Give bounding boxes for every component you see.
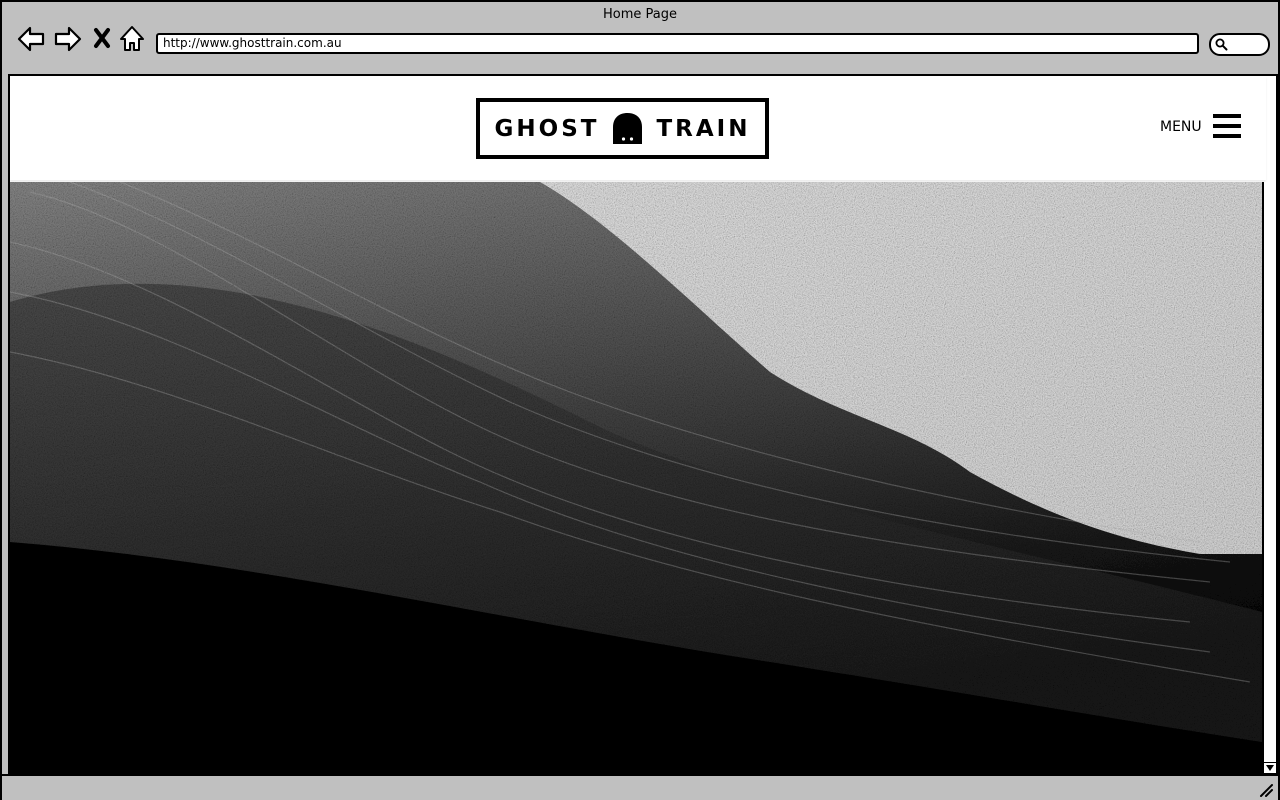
hero-image: [10, 182, 1262, 773]
ghost-icon: [611, 113, 644, 144]
forward-button[interactable]: [53, 24, 83, 54]
browser-window: Home Page http://www.ghosttrain.com.au G…: [0, 0, 1280, 800]
search-field[interactable]: [1209, 33, 1270, 56]
close-icon: [94, 28, 110, 48]
home-icon: [120, 26, 144, 51]
menu-label[interactable]: MENU: [1160, 119, 1202, 135]
home-button[interactable]: [118, 24, 148, 54]
logo-text-left: GHOST: [494, 115, 600, 142]
back-button[interactable]: [16, 24, 46, 54]
page-viewport: GHOST TRAIN MENU: [8, 74, 1278, 775]
triangle-down-icon: [1266, 765, 1274, 771]
mountain-landscape-image: [10, 182, 1262, 773]
site-header: GHOST TRAIN MENU: [10, 76, 1266, 180]
arrow-right-icon: [54, 26, 82, 52]
logo-text-right: TRAIN: [656, 115, 751, 142]
site-logo[interactable]: GHOST TRAIN: [476, 98, 769, 159]
hamburger-icon[interactable]: [1213, 114, 1241, 140]
stop-button[interactable]: [90, 24, 120, 54]
resize-grip-icon[interactable]: [1258, 782, 1274, 798]
window-title: Home Page: [603, 7, 677, 22]
status-bar: [2, 774, 1278, 800]
search-icon: [1215, 38, 1228, 51]
arrow-left-icon: [17, 26, 45, 52]
url-field[interactable]: http://www.ghosttrain.com.au: [156, 33, 1199, 54]
scroll-down-button[interactable]: [1264, 762, 1276, 773]
vertical-scrollbar[interactable]: [1262, 182, 1276, 773]
